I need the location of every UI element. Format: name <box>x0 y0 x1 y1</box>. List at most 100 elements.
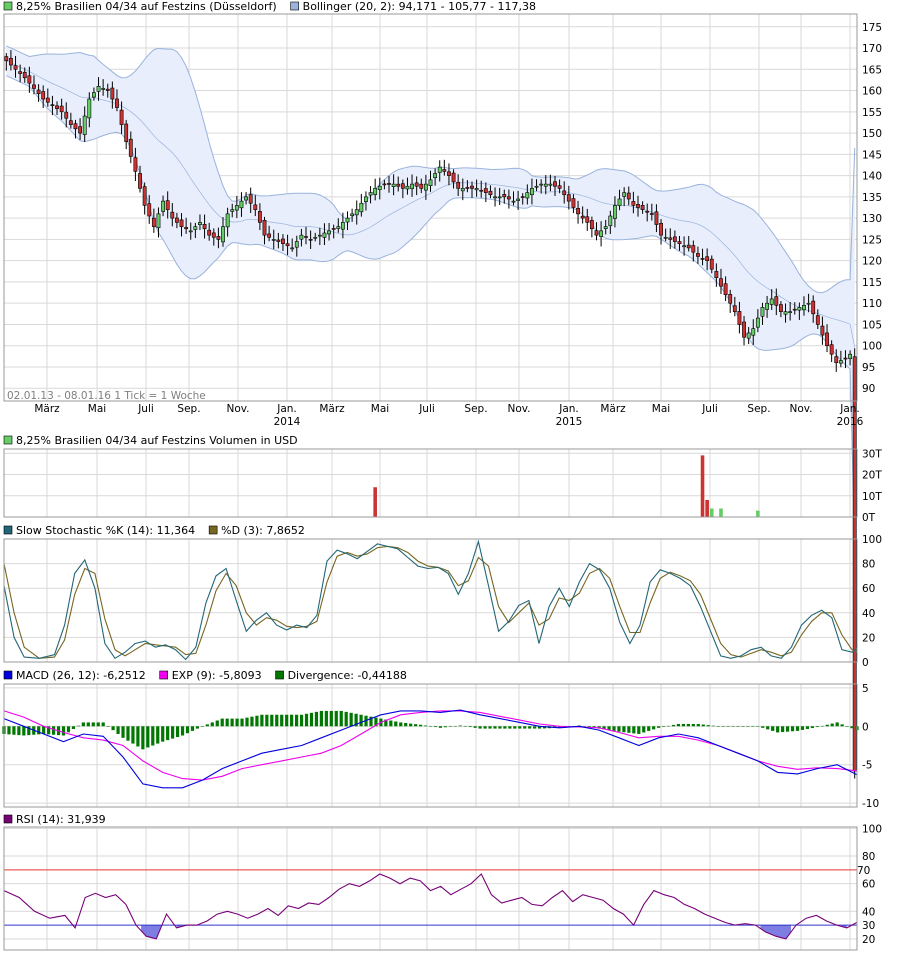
candle-body <box>520 196 525 198</box>
candle-body <box>285 243 290 247</box>
candle-body <box>359 202 364 213</box>
candle-body <box>59 105 64 113</box>
candle-body <box>696 253 700 257</box>
divergence-bar <box>686 723 690 727</box>
volume-bar <box>709 508 714 517</box>
divergence-bar <box>523 726 527 729</box>
divergence-bar <box>433 726 438 728</box>
volume-bar <box>705 500 709 517</box>
candle-body <box>732 305 737 312</box>
divergence-bar <box>617 726 621 732</box>
candle-body <box>55 105 59 109</box>
divergence-bar <box>180 726 185 736</box>
divergence-bar <box>314 711 319 727</box>
divergence-bar <box>448 726 452 727</box>
divergence-bar <box>141 726 145 750</box>
candle-body <box>483 188 488 193</box>
candle-body <box>64 111 69 119</box>
divergence-bar <box>195 726 200 729</box>
candle-body <box>350 213 355 216</box>
divergence-bar <box>71 726 76 729</box>
divergence-bar <box>260 714 264 727</box>
macd-line <box>3 709 858 789</box>
candle-body <box>308 238 313 241</box>
rsi-y-tick: 60 <box>862 879 875 891</box>
macd-series <box>2 709 859 789</box>
volume-y-tick: 30T <box>862 448 882 460</box>
candle-body <box>760 307 765 317</box>
square-swatch-icon <box>3 525 13 535</box>
divergence-bar <box>81 722 85 727</box>
candle-body <box>659 222 663 236</box>
x-month-label: März <box>34 403 60 415</box>
divergence-bar <box>681 723 686 727</box>
x-month-label: März <box>600 403 626 415</box>
x-month-label: Jan. <box>276 403 297 415</box>
square-swatch-icon <box>159 670 169 680</box>
candle-body <box>244 196 248 201</box>
candle-body <box>119 109 124 125</box>
divergence-bar <box>637 726 641 734</box>
divergence-bar <box>781 726 785 733</box>
divergence-bar <box>235 718 239 727</box>
candle-body <box>257 211 262 223</box>
divergence-bar <box>329 710 333 727</box>
divergence-bar <box>513 726 517 729</box>
divergence-bar <box>121 726 125 738</box>
candle-body <box>474 188 479 191</box>
candle-body <box>497 196 502 199</box>
candle-body <box>677 241 682 244</box>
rsi-70-marker: 70 <box>857 865 870 877</box>
candle-body <box>488 190 493 196</box>
square-swatch-icon <box>3 1 13 11</box>
divergence-bar <box>528 726 532 729</box>
square-swatch-icon <box>290 1 299 11</box>
divergence-bar <box>716 726 720 727</box>
divergence-bar <box>294 714 299 727</box>
divergence-bar <box>7 726 11 735</box>
candle-body <box>322 232 327 238</box>
candle-body <box>728 294 733 304</box>
stoch-y-tick: 40 <box>862 608 875 620</box>
square-swatch-icon <box>275 670 284 680</box>
panel-frame <box>3 538 858 663</box>
divergence-bar <box>458 725 462 727</box>
divergence-bar <box>161 726 165 742</box>
divergence-bar <box>473 726 477 728</box>
divergence-bar <box>175 726 180 738</box>
candle-body <box>617 198 622 206</box>
panel-frame <box>3 448 858 518</box>
divergence-bar <box>652 726 656 730</box>
divergence-bar <box>657 726 661 728</box>
divergence-bar <box>438 726 443 728</box>
divergence-bar <box>418 724 423 727</box>
divergence-bar <box>731 726 735 727</box>
candle-body <box>493 196 497 199</box>
candle-body <box>649 213 654 215</box>
x-month-label: Mai <box>88 403 106 415</box>
price-y-tick: 140 <box>862 171 882 183</box>
price-y-tick: 160 <box>862 86 882 98</box>
candle-body <box>737 311 742 325</box>
square-swatch-icon <box>208 525 218 535</box>
divergence-bar <box>428 726 433 727</box>
volume-series <box>373 455 760 517</box>
candle-body <box>820 325 825 336</box>
x-month-label: Mai <box>371 403 389 415</box>
candle-body <box>78 126 82 134</box>
price-y-tick: 155 <box>862 107 882 119</box>
candle-body <box>447 171 451 176</box>
candle-body <box>562 190 567 196</box>
candle-body <box>253 204 258 210</box>
candle-body <box>779 304 783 312</box>
candle-body <box>230 209 235 212</box>
candle-body <box>608 215 613 227</box>
price-y-tick: 135 <box>862 192 882 204</box>
candle-body <box>96 85 101 92</box>
candle-body <box>506 196 511 200</box>
divergence-bar <box>761 726 765 728</box>
candle-body <box>193 226 198 230</box>
candle-body <box>599 230 604 237</box>
divergence-bar <box>785 726 790 732</box>
divergence-bar <box>394 721 398 727</box>
